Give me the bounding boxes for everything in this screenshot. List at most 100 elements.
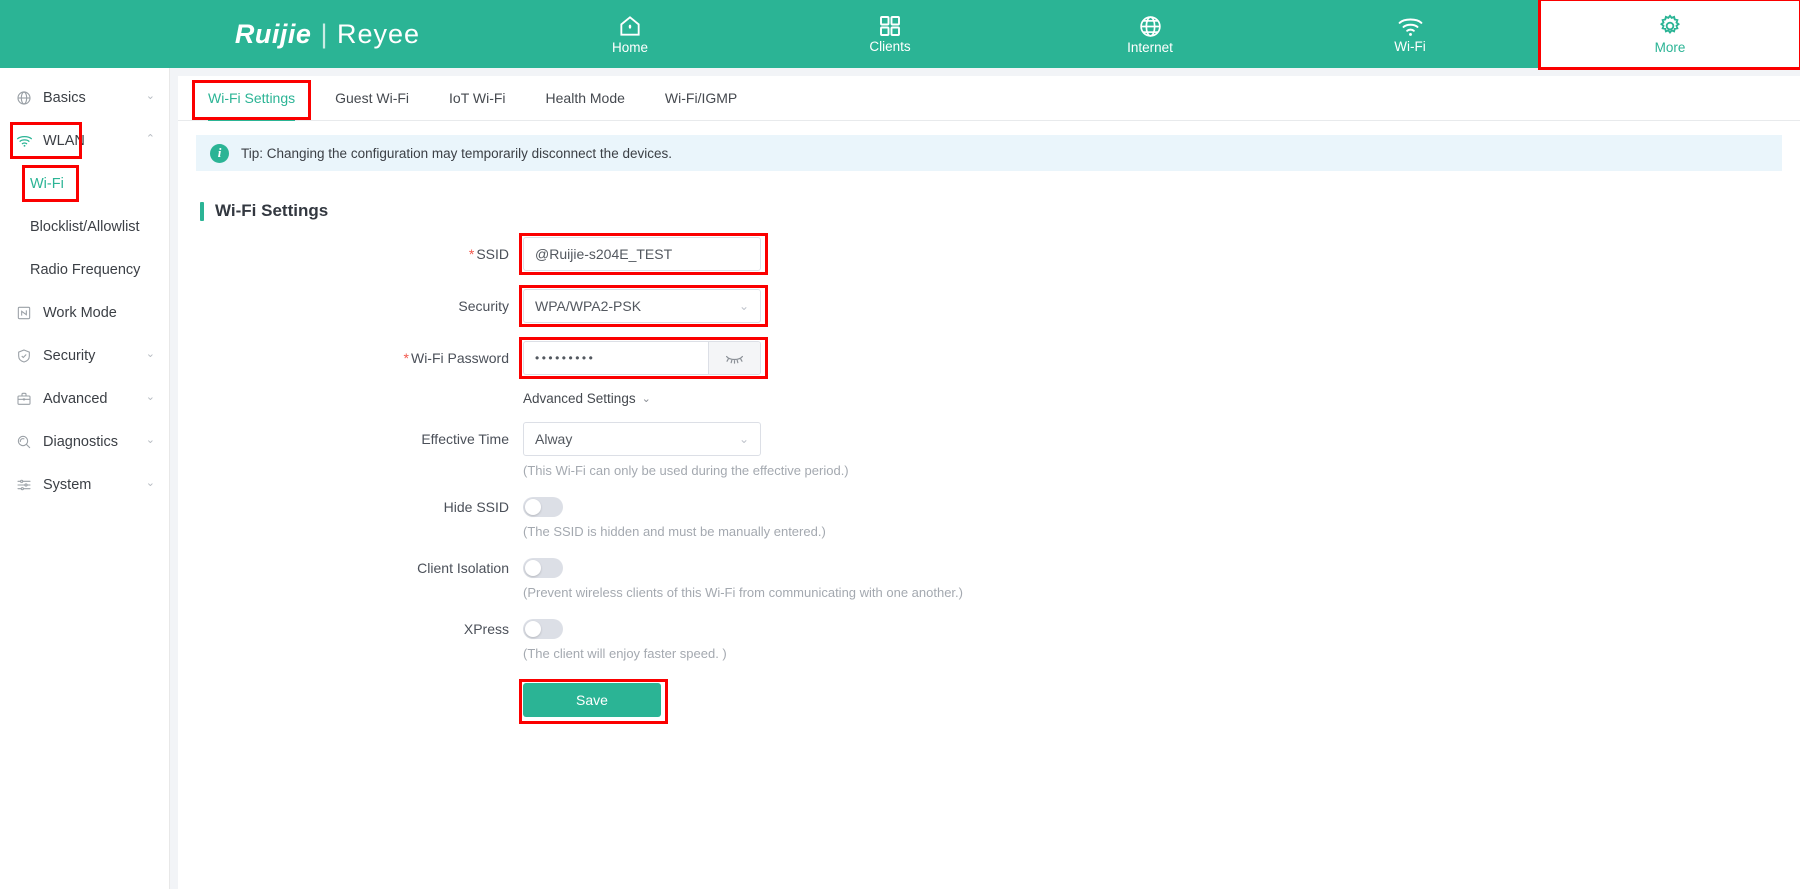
label-wifi-password: * Wi-Fi Password [178, 341, 523, 375]
sidebar-label-blocklist-allowlist: Blocklist/Allowlist [30, 218, 140, 235]
tab-iot-wifi[interactable]: IoT Wi-Fi [429, 76, 526, 120]
nav-label-home: Home [611, 40, 648, 56]
chevron-down-icon: ⌄ [145, 348, 155, 360]
brand-primary: Ruijie [234, 18, 312, 49]
workmode-icon [15, 304, 33, 322]
xpress-toggle[interactable] [523, 619, 563, 639]
sidebar-item-wifi[interactable]: Wi-Fi [0, 162, 169, 205]
nav-item-home[interactable]: Home [500, 0, 760, 68]
nav-item-wifi[interactable]: Wi-Fi [1280, 0, 1540, 68]
app-header: Ruijie | Reyee Home Clients Internet Wi-… [0, 0, 1800, 70]
shield-icon [15, 347, 33, 365]
sidebar-label-security: Security [43, 347, 96, 364]
brand-logo: Ruijie | Reyee [0, 0, 500, 68]
tip-banner: i Tip: Changing the configuration may te… [196, 135, 1782, 171]
nav-item-clients[interactable]: Clients [760, 0, 1020, 68]
tab-label-health-mode: Health Mode [545, 90, 625, 106]
tab-wifi-igmp[interactable]: Wi-Fi/IGMP [645, 76, 757, 120]
security-select-value: WPA/WPA2-PSK [535, 298, 642, 314]
sidebar-item-advanced[interactable]: Advanced ⌄ [0, 377, 169, 420]
chevron-down-icon: ⌄ [738, 432, 749, 446]
field-hide-ssid: (The SSID is hidden and must be manually… [523, 490, 826, 539]
eye-closed-icon[interactable] [708, 342, 760, 374]
sidebar-item-blocklist-allowlist[interactable]: Blocklist/Allowlist [0, 205, 169, 248]
sidebar-label-basics: Basics [43, 89, 86, 106]
label-text-ssid: SSID [476, 246, 509, 262]
sidebar-label-advanced: Advanced [43, 390, 108, 407]
system-icon [15, 476, 33, 494]
security-select[interactable]: WPA/WPA2-PSK ⌄ [523, 289, 761, 323]
toggle-knob [525, 499, 541, 515]
save-button[interactable]: Save [523, 683, 661, 717]
tab-guest-wifi[interactable]: Guest Wi-Fi [315, 76, 429, 120]
hint-xpress: (The client will enjoy faster speed. ) [523, 646, 727, 661]
sidebar-item-security[interactable]: Security ⌄ [0, 334, 169, 377]
form-row-ssid: * SSID @Ruijie-s204E_TEST [178, 233, 1800, 275]
tab-label-wifi-igmp: Wi-Fi/IGMP [664, 90, 738, 106]
ssid-input[interactable]: @Ruijie-s204E_TEST [523, 237, 761, 271]
wifi-settings-form: * SSID @Ruijie-s204E_TEST Security WPA/WP… [178, 233, 1800, 724]
effective-time-select[interactable]: Alway ⌄ [523, 422, 761, 456]
tab-label-guest-wifi: Guest Wi-Fi [335, 90, 410, 106]
brand-secondary: Reyee [336, 18, 420, 49]
chevron-down-icon: ⌄ [641, 393, 651, 405]
sidebar-item-work-mode[interactable]: Work Mode [0, 291, 169, 334]
form-row-xpress: XPress (The client will enjoy faster spe… [178, 612, 1800, 661]
save-button-wrapper: Save [519, 679, 668, 724]
password-input-wrapper: ••••••••• [523, 341, 761, 375]
nav-label-more: More [1654, 40, 1686, 56]
toggle-knob [525, 621, 541, 637]
advanced-settings-label: Advanced Settings [523, 391, 636, 406]
section-header: Wi-Fi Settings [200, 201, 1800, 221]
hide-ssid-toggle[interactable] [523, 497, 563, 517]
hint-effective-time: (This Wi-Fi can only be used during the … [523, 463, 849, 478]
label-ssid: * SSID [178, 237, 523, 271]
sidebar-label-wlan: WLAN [43, 132, 85, 149]
wifi-password-input[interactable]: ••••••••• [524, 342, 708, 374]
tab-wifi-settings[interactable]: Wi-Fi Settings [188, 76, 315, 121]
sidebar-label-radio-frequency: Radio Frequency [30, 261, 141, 278]
section-accent-bar [200, 201, 204, 221]
page-body: Basics ⌄ WLAN ⌃ Wi-Fi Blocklist/Allowlis… [0, 68, 1800, 889]
diagnostics-icon [15, 433, 33, 451]
client-isolation-toggle[interactable] [523, 558, 563, 578]
tab-health-mode[interactable]: Health Mode [526, 76, 645, 120]
form-row-security: Security WPA/WPA2-PSK ⌄ [178, 285, 1800, 327]
sidebar-item-radio-frequency[interactable]: Radio Frequency [0, 248, 169, 291]
top-nav: Home Clients Internet Wi-Fi More [500, 0, 1800, 70]
nav-label-clients: Clients [869, 39, 911, 55]
chevron-down-icon: ⌄ [145, 477, 155, 489]
chevron-down-icon: ⌄ [145, 434, 155, 446]
sidebar-item-system[interactable]: System ⌄ [0, 463, 169, 506]
nav-label-wifi: Wi-Fi [1394, 38, 1426, 54]
label-effective-time: Effective Time [421, 431, 509, 447]
globe-icon [15, 89, 33, 107]
field-client-isolation: (Prevent wireless clients of this Wi-Fi … [523, 551, 963, 600]
field-wifi-password: ••••••••• [519, 337, 768, 379]
form-row-password: * Wi-Fi Password ••••••••• [178, 337, 1800, 379]
sidebar-item-wlan[interactable]: WLAN ⌃ [0, 119, 169, 162]
wifi-icon [15, 132, 33, 150]
chevron-down-icon: ⌄ [145, 90, 155, 102]
brand-separator: | [320, 18, 328, 49]
effective-time-value: Alway [535, 431, 573, 447]
nav-item-more[interactable]: More [1538, 0, 1800, 70]
label-client-isolation: Client Isolation [417, 560, 509, 576]
hint-hide-ssid: (The SSID is hidden and must be manually… [523, 524, 826, 539]
page-title: Wi-Fi Settings [215, 201, 329, 220]
content-panel: Wi-Fi Settings Guest Wi-Fi IoT Wi-Fi Hea… [178, 76, 1800, 889]
label-xpress: XPress [463, 621, 509, 637]
required-mark-ssid: * [468, 246, 475, 262]
sidebar-item-diagnostics[interactable]: Diagnostics ⌄ [0, 420, 169, 463]
nav-item-internet[interactable]: Internet [1020, 0, 1280, 68]
label-text-password: Wi-Fi Password [410, 350, 509, 366]
sidebar-item-basics[interactable]: Basics ⌄ [0, 76, 169, 119]
toggle-knob [525, 560, 541, 576]
field-effective-time: Alway ⌄ (This Wi-Fi can only be used dur… [523, 422, 849, 478]
sidebar-label-wifi: Wi-Fi [30, 175, 64, 192]
advanced-settings-toggle[interactable]: Advanced Settings ⌄ [523, 391, 651, 406]
briefcase-icon [15, 390, 33, 408]
